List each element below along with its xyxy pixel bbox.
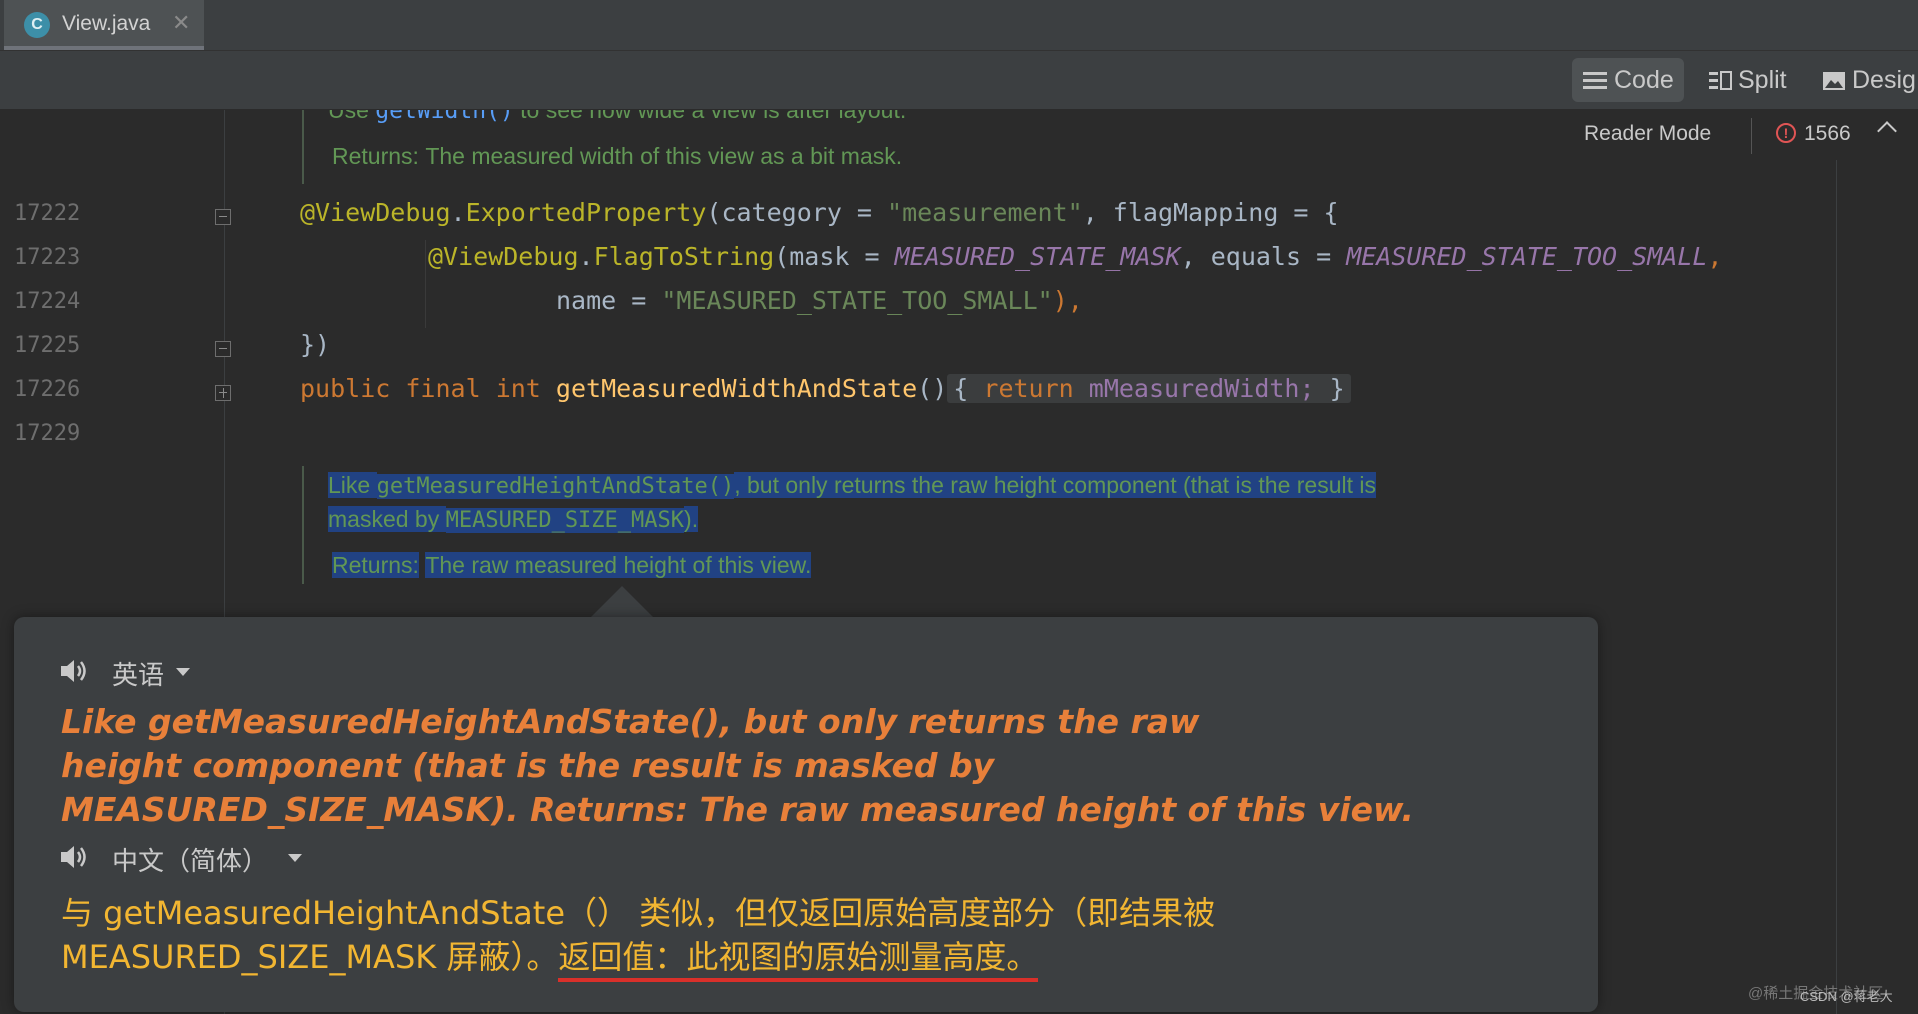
divider [1751, 118, 1752, 154]
split-view-icon [1709, 71, 1732, 91]
editor-tab-bar: C View.java ✕ [0, 0, 1918, 51]
chevron-down-icon[interactable] [288, 854, 302, 862]
java-class-icon: C [24, 12, 50, 38]
line-number: 17226 [14, 377, 81, 402]
popup-pointer [590, 586, 654, 618]
image-icon [1823, 72, 1845, 91]
code-line: }) [300, 330, 331, 359]
line-number: 17225 [14, 333, 81, 358]
tab-view-java[interactable]: C View.java ✕ [4, 0, 204, 50]
line-number: 17223 [14, 245, 81, 270]
editor-toolbar: Code Split Desig [0, 51, 1918, 110]
chevron-down-icon[interactable] [176, 668, 190, 676]
close-icon[interactable]: ✕ [172, 10, 190, 36]
code-mode-button[interactable]: Code [1572, 58, 1684, 102]
split-mode-button[interactable]: Split [1708, 58, 1787, 102]
indent-guide [425, 240, 426, 328]
source-text-line: MEASURED_SIZE_MASK). Returns: The raw me… [61, 790, 1414, 829]
line-number: 17229 [14, 421, 81, 446]
doc-border [302, 110, 304, 184]
chevron-up-icon[interactable] [1877, 121, 1897, 141]
design-mode-button[interactable]: Desig [1822, 58, 1916, 102]
translated-text-line: MEASURED_SIZE_MASK 屏蔽）。返回值：此视图的原始测量高度。 [61, 932, 1039, 982]
fold-collapse-icon[interactable] [215, 341, 231, 357]
underlined-text: 返回值：此视图的原始测量高度。 [558, 938, 1039, 982]
source-language-select[interactable]: 英语 [112, 655, 164, 692]
selected-doc-returns[interactable]: Returns: The raw measured height of this… [332, 552, 812, 579]
selected-doc-line[interactable]: Like getMeasuredHeightAndState(), but on… [328, 472, 1376, 499]
speaker-icon[interactable] [59, 843, 89, 871]
doc-link[interactable]: getWidth() [375, 110, 513, 124]
translation-popup: 英语 Like getMeasuredHeightAndState(), but… [14, 617, 1598, 1012]
doc-returns-line: Returns: The measured width of this view… [332, 143, 903, 169]
code-lines-icon [1583, 72, 1607, 90]
selected-doc-line[interactable]: masked by MEASURED_SIZE_MASK). [328, 506, 699, 533]
code-line: @ViewDebug.FlagToString(mask = MEASURED_… [428, 242, 1723, 271]
source-text-line: Like getMeasuredHeightAndState(), but on… [61, 702, 1200, 741]
tab-label: View.java [62, 12, 151, 35]
code-line: public final int getMeasuredWidthAndStat… [300, 374, 1351, 403]
error-icon[interactable]: ! [1776, 123, 1796, 143]
folded-region[interactable]: { return mMeasuredWidth; } [947, 374, 1351, 403]
doc-border [302, 466, 304, 584]
problems-count[interactable]: 1566 [1804, 122, 1851, 146]
doc-text-line: Use getWidth() to see how wide a view is… [328, 110, 906, 124]
reader-mode-button[interactable]: Reader Mode [1584, 122, 1711, 146]
code-line: name = "MEASURED_STATE_TOO_SMALL"), [556, 286, 1083, 315]
translated-text-line: 与 getMeasuredHeightAndState（） 类似，但仅返回原始高… [61, 894, 1216, 932]
speaker-icon[interactable] [59, 657, 89, 685]
right-margin-line [1836, 160, 1837, 1014]
line-number: 17222 [14, 201, 81, 226]
watermark: CSDN @蒋老大 [1800, 989, 1893, 1004]
target-language-select[interactable]: 中文（简体） [112, 841, 268, 878]
fold-expand-icon[interactable] [215, 385, 231, 401]
fold-collapse-icon[interactable] [215, 209, 231, 225]
code-line: @ViewDebug.ExportedProperty(category = "… [300, 198, 1339, 227]
line-number: 17224 [14, 289, 81, 314]
source-text-line: height component (that is the result is … [61, 746, 995, 785]
